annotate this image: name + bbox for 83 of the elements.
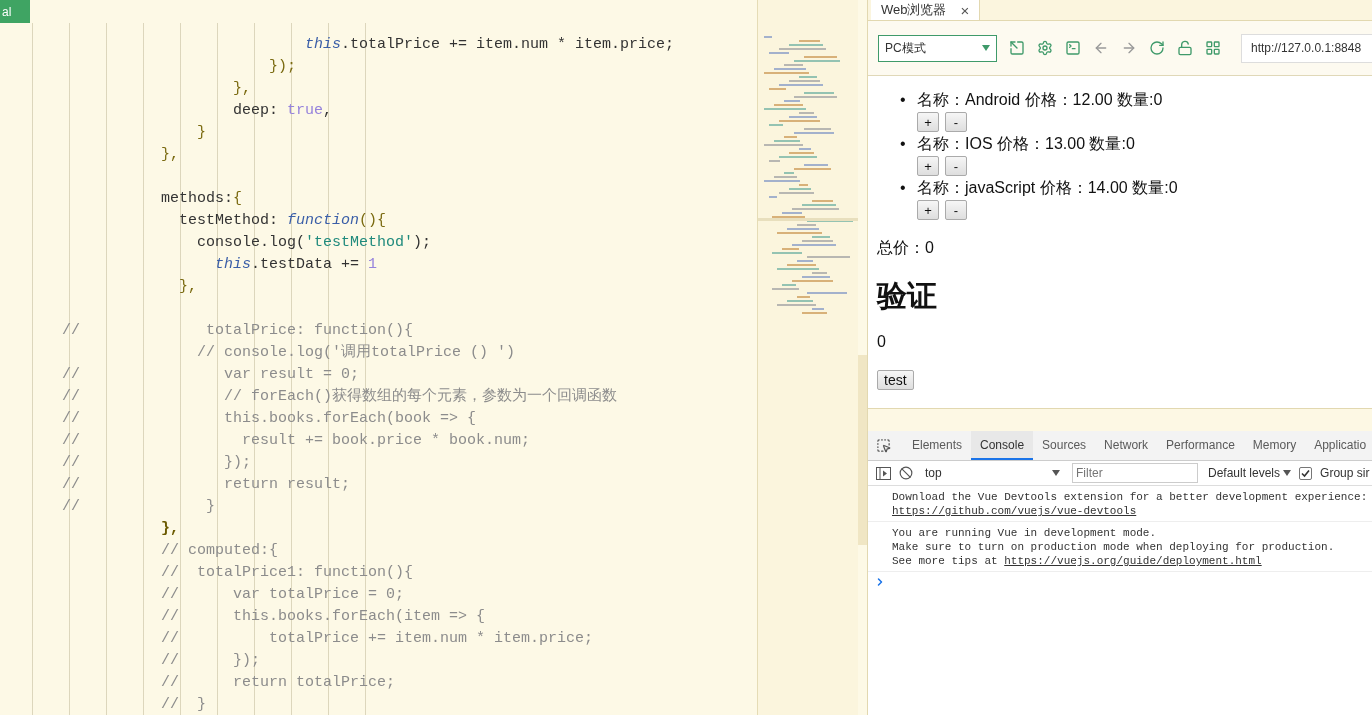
devtools-tab[interactable]: Console (971, 431, 1034, 460)
code-line: // totalPrice1: function(){ (160, 563, 414, 583)
code-line: this.totalPrice += item.num * item.price; (304, 35, 675, 55)
back-icon[interactable] (1093, 40, 1109, 56)
code-line: }, (232, 79, 252, 99)
value-text: 0 (877, 332, 887, 352)
code-line: // }); (61, 453, 252, 473)
bullet: • (900, 90, 907, 110)
message-text: Download the Vue Devtools extension for a better development experience: (892, 491, 1368, 503)
message-link[interactable]: https://vuejs.org/guide/deployment.html (1004, 555, 1262, 567)
unlock-icon[interactable] (1177, 40, 1193, 56)
test-button[interactable]: test (877, 370, 914, 390)
quantity-button[interactable]: + (917, 112, 939, 132)
code-line: deep: true, (232, 101, 333, 121)
bullet: • (900, 178, 907, 198)
code-line: }, (160, 519, 180, 539)
quantity-button[interactable]: + (917, 200, 939, 220)
filter-field[interactable]: Filter (1072, 463, 1198, 483)
code-line: // return result; (61, 475, 351, 495)
caret-icon (1052, 470, 1060, 476)
devtools-tab[interactable]: Sources (1033, 431, 1096, 460)
devtools-tab[interactable]: Memory (1243, 431, 1306, 460)
code-line: // this.books.forEach(book => { (61, 409, 477, 429)
code-line: // computed:{ (160, 541, 279, 561)
mode-tag: al (0, 0, 30, 23)
mode-select[interactable]: PC模式 (878, 34, 997, 62)
expand-icon[interactable] (1009, 40, 1025, 56)
devtools-tab[interactable]: Network (1095, 431, 1158, 460)
code-line: // console.log('调用totalPrice () ') (196, 343, 516, 363)
inspect-icon[interactable] (876, 438, 891, 453)
code-line: methods:{ (160, 189, 243, 209)
devtools-tab[interactable]: Applicatio (1305, 431, 1372, 460)
group-label: Group sir (1320, 466, 1370, 480)
product-text: 名称：IOS 价格：13.00 数量:0 (917, 134, 1136, 154)
grid-icon[interactable] (1205, 40, 1221, 56)
reload-icon[interactable] (1149, 40, 1165, 56)
clear-icon[interactable] (899, 466, 913, 480)
terminal-icon[interactable] (1065, 40, 1081, 56)
quantity-button[interactable]: + (917, 156, 939, 176)
caret-icon (1283, 470, 1292, 476)
code-line: console.log('testMethod'); (196, 233, 432, 253)
product-text: 名称：Android 价格：12.00 数量:0 (917, 90, 1164, 110)
levels-select[interactable]: Default levels (1208, 466, 1292, 480)
total-text: 总价：0 (877, 238, 935, 258)
context-select[interactable]: top (921, 466, 1064, 480)
scrollbar-thumb[interactable] (858, 355, 867, 545)
forward-icon[interactable] (1121, 40, 1137, 56)
code-line: }, (160, 145, 180, 165)
quantity-button[interactable]: - (945, 200, 967, 220)
code-line: this.testData += 1 (214, 255, 378, 275)
code-line: // this.books.forEach(item => { (160, 607, 486, 627)
bullet: • (900, 134, 907, 154)
code-line: // var totalPrice = 0; (160, 585, 405, 605)
group-checkbox[interactable] (1299, 466, 1313, 480)
url-field[interactable]: http://127.0.0.1:8848 (1241, 33, 1372, 63)
devtools-tab[interactable]: Performance (1157, 431, 1244, 460)
code-line: // // forEach()获得数组的每个元素，参数为一个回调函数 (61, 386, 618, 407)
sidebar-toggle-icon[interactable] (876, 466, 891, 480)
code-line: // return totalPrice; (160, 673, 396, 693)
close-button[interactable]: × (960, 1, 970, 19)
quantity-button[interactable]: - (945, 112, 967, 132)
code-line: testMethod: function(){ (178, 211, 387, 231)
code-line: // result += book.price * book.num; (61, 431, 531, 451)
message-text: See more tips at (892, 555, 999, 567)
page-heading: 验证 (877, 278, 938, 314)
product-text: 名称：javaScript 价格：14.00 数量:0 (917, 178, 1179, 198)
code-line: } (196, 123, 207, 143)
devtools-tab[interactable]: Elements (903, 431, 972, 460)
code-line: // } (61, 497, 216, 517)
browser-tab[interactable]: Web浏览器 × (871, 0, 981, 20)
code-line: // var result = 0; (61, 365, 360, 385)
code-line: }, (178, 277, 198, 297)
message-link[interactable]: https://github.com/vuejs/vue-devtools (892, 505, 1137, 517)
code-line: // totalPrice: function(){ (61, 321, 414, 341)
quantity-button[interactable]: - (945, 156, 967, 176)
code-line: // totalPrice += item.num * item.price; (160, 629, 594, 649)
caret-icon (982, 45, 990, 51)
code-line: // }); (160, 651, 261, 671)
settings-icon[interactable] (1037, 40, 1053, 56)
message-text: Make sure to turn on production mode when deploying for production. (892, 541, 1335, 553)
code-line: }); (268, 57, 297, 77)
code-line: // } (160, 695, 207, 715)
message-text: You are running Vue in development mode. (892, 527, 1157, 539)
